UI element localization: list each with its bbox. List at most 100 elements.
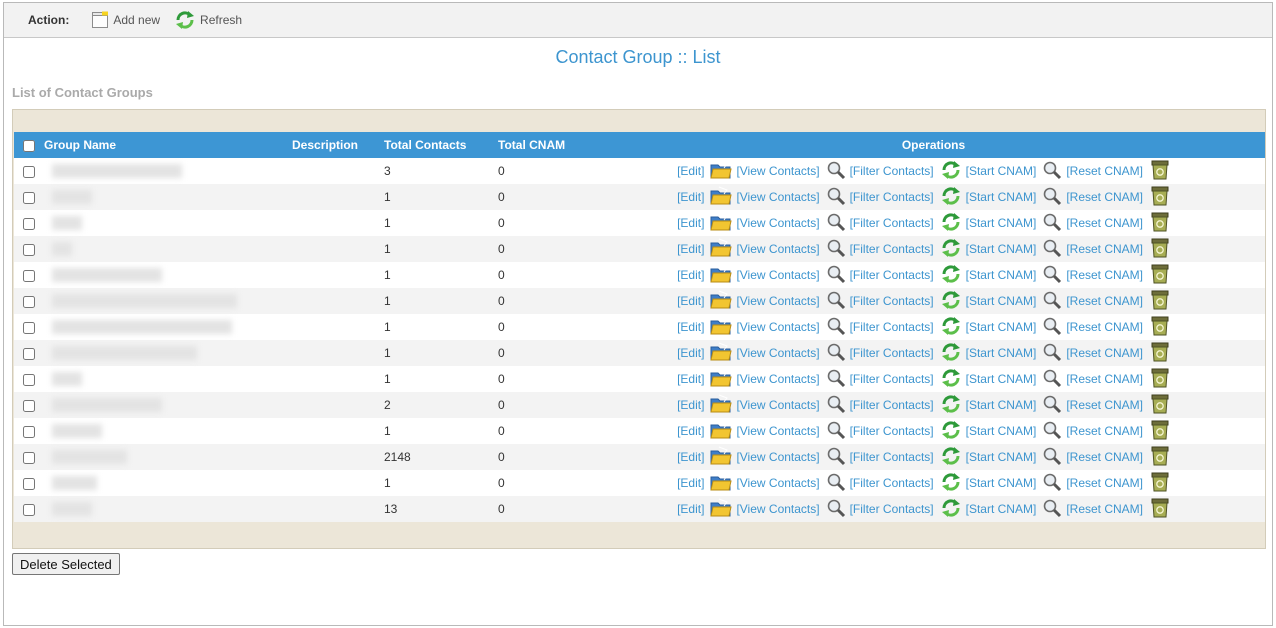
magnifier-icon[interactable] — [826, 160, 846, 183]
folder-icon[interactable] — [710, 420, 733, 443]
magnifier-icon[interactable] — [1042, 264, 1062, 287]
magnifier-icon[interactable] — [1042, 342, 1062, 365]
row-checkbox[interactable] — [23, 373, 35, 386]
magnifier-icon[interactable] — [826, 316, 846, 339]
magnifier-icon[interactable] — [1042, 212, 1062, 235]
add-new-button[interactable]: Add new — [91, 11, 160, 29]
magnifier-icon[interactable] — [1042, 238, 1062, 261]
row-checkbox[interactable] — [23, 191, 35, 204]
folder-icon[interactable] — [710, 394, 733, 417]
reset-cnam-link[interactable]: [Reset CNAM] — [1066, 216, 1143, 230]
edit-link[interactable]: [Edit] — [677, 268, 704, 282]
folder-icon[interactable] — [710, 368, 733, 391]
magnifier-icon[interactable] — [1042, 394, 1062, 417]
edit-link[interactable]: [Edit] — [677, 190, 704, 204]
refresh-icon[interactable] — [940, 211, 962, 236]
start-cnam-link[interactable]: [Start CNAM] — [966, 346, 1037, 360]
refresh-icon[interactable] — [940, 497, 962, 522]
recycle-bin-icon[interactable] — [1149, 211, 1171, 236]
row-checkbox[interactable] — [23, 243, 35, 256]
magnifier-icon[interactable] — [826, 238, 846, 261]
magnifier-icon[interactable] — [1042, 186, 1062, 209]
start-cnam-link[interactable]: [Start CNAM] — [966, 424, 1037, 438]
folder-icon[interactable] — [710, 498, 733, 521]
folder-icon[interactable] — [710, 212, 733, 235]
reset-cnam-link[interactable]: [Reset CNAM] — [1066, 190, 1143, 204]
reset-cnam-link[interactable]: [Reset CNAM] — [1066, 294, 1143, 308]
filter-contacts-link[interactable]: [Filter Contacts] — [850, 294, 934, 308]
start-cnam-link[interactable]: [Start CNAM] — [966, 502, 1037, 516]
refresh-icon[interactable] — [940, 445, 962, 470]
folder-icon[interactable] — [710, 238, 733, 261]
magnifier-icon[interactable] — [1042, 290, 1062, 313]
recycle-bin-icon[interactable] — [1149, 419, 1171, 444]
refresh-icon[interactable] — [940, 419, 962, 444]
reset-cnam-link[interactable]: [Reset CNAM] — [1066, 372, 1143, 386]
filter-contacts-link[interactable]: [Filter Contacts] — [850, 346, 934, 360]
view-contacts-link[interactable]: [View Contacts] — [736, 294, 819, 308]
view-contacts-link[interactable]: [View Contacts] — [736, 216, 819, 230]
folder-icon[interactable] — [710, 472, 733, 495]
start-cnam-link[interactable]: [Start CNAM] — [966, 398, 1037, 412]
edit-link[interactable]: [Edit] — [677, 398, 704, 412]
header-total-cnam[interactable]: Total CNAM — [498, 132, 602, 158]
start-cnam-link[interactable]: [Start CNAM] — [966, 242, 1037, 256]
start-cnam-link[interactable]: [Start CNAM] — [966, 450, 1037, 464]
magnifier-icon[interactable] — [826, 368, 846, 391]
refresh-icon[interactable] — [940, 315, 962, 340]
magnifier-icon[interactable] — [1042, 160, 1062, 183]
filter-contacts-link[interactable]: [Filter Contacts] — [850, 216, 934, 230]
magnifier-icon[interactable] — [1042, 446, 1062, 469]
row-checkbox[interactable] — [23, 399, 35, 412]
refresh-icon[interactable] — [940, 237, 962, 262]
edit-link[interactable]: [Edit] — [677, 372, 704, 386]
magnifier-icon[interactable] — [826, 394, 846, 417]
magnifier-icon[interactable] — [1042, 368, 1062, 391]
refresh-icon[interactable] — [940, 289, 962, 314]
row-checkbox[interactable] — [23, 321, 35, 334]
filter-contacts-link[interactable]: [Filter Contacts] — [850, 398, 934, 412]
refresh-button[interactable]: Refresh — [174, 9, 242, 31]
reset-cnam-link[interactable]: [Reset CNAM] — [1066, 164, 1143, 178]
row-checkbox[interactable] — [23, 503, 35, 516]
reset-cnam-link[interactable]: [Reset CNAM] — [1066, 398, 1143, 412]
magnifier-icon[interactable] — [1042, 498, 1062, 521]
view-contacts-link[interactable]: [View Contacts] — [736, 476, 819, 490]
row-checkbox[interactable] — [23, 165, 35, 178]
start-cnam-link[interactable]: [Start CNAM] — [966, 294, 1037, 308]
start-cnam-link[interactable]: [Start CNAM] — [966, 476, 1037, 490]
reset-cnam-link[interactable]: [Reset CNAM] — [1066, 424, 1143, 438]
view-contacts-link[interactable]: [View Contacts] — [736, 268, 819, 282]
view-contacts-link[interactable]: [View Contacts] — [736, 346, 819, 360]
header-group-name[interactable]: Group Name — [44, 132, 292, 158]
row-checkbox[interactable] — [23, 217, 35, 230]
filter-contacts-link[interactable]: [Filter Contacts] — [850, 450, 934, 464]
reset-cnam-link[interactable]: [Reset CNAM] — [1066, 450, 1143, 464]
filter-contacts-link[interactable]: [Filter Contacts] — [850, 242, 934, 256]
start-cnam-link[interactable]: [Start CNAM] — [966, 268, 1037, 282]
filter-contacts-link[interactable]: [Filter Contacts] — [850, 190, 934, 204]
filter-contacts-link[interactable]: [Filter Contacts] — [850, 424, 934, 438]
row-checkbox[interactable] — [23, 477, 35, 490]
edit-link[interactable]: [Edit] — [677, 320, 704, 334]
view-contacts-link[interactable]: [View Contacts] — [736, 424, 819, 438]
recycle-bin-icon[interactable] — [1149, 263, 1171, 288]
row-checkbox[interactable] — [23, 347, 35, 360]
recycle-bin-icon[interactable] — [1149, 497, 1171, 522]
filter-contacts-link[interactable]: [Filter Contacts] — [850, 502, 934, 516]
start-cnam-link[interactable]: [Start CNAM] — [966, 320, 1037, 334]
edit-link[interactable]: [Edit] — [677, 216, 704, 230]
edit-link[interactable]: [Edit] — [677, 346, 704, 360]
recycle-bin-icon[interactable] — [1149, 237, 1171, 262]
filter-contacts-link[interactable]: [Filter Contacts] — [850, 476, 934, 490]
delete-selected-button[interactable]: Delete Selected — [12, 553, 120, 575]
recycle-bin-icon[interactable] — [1149, 471, 1171, 496]
recycle-bin-icon[interactable] — [1149, 315, 1171, 340]
folder-icon[interactable] — [710, 186, 733, 209]
reset-cnam-link[interactable]: [Reset CNAM] — [1066, 502, 1143, 516]
header-description[interactable]: Description — [292, 132, 384, 158]
view-contacts-link[interactable]: [View Contacts] — [736, 242, 819, 256]
folder-icon[interactable] — [710, 316, 733, 339]
row-checkbox[interactable] — [23, 451, 35, 464]
refresh-icon[interactable] — [940, 341, 962, 366]
